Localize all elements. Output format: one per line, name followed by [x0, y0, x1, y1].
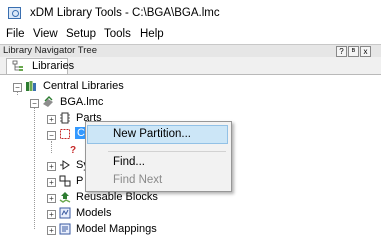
tree-node-bga-lmc[interactable]: BGA.lmc — [60, 96, 103, 108]
tree-node-cells[interactable]: P — [76, 175, 83, 187]
tree-node-models[interactable]: Models — [76, 207, 111, 219]
menu-setup[interactable]: Setup — [66, 28, 96, 40]
expand-toggle[interactable]: + — [47, 178, 56, 187]
restore-button[interactable]: ᴮ — [348, 46, 359, 57]
expand-toggle[interactable]: + — [47, 210, 56, 219]
tab-libraries[interactable]: Libraries — [6, 58, 74, 75]
collapse-toggle[interactable]: − — [30, 99, 39, 108]
menu-help[interactable]: Help — [140, 28, 164, 40]
menu-bar: File View Setup Tools Help — [0, 26, 381, 44]
model-mappings-icon — [59, 223, 71, 235]
tab-libraries-label: Libraries — [32, 60, 75, 72]
title-bar: xDM Library Tools - C:\BGA\BGA.lmc — [0, 0, 381, 26]
context-menu: New Partition... Find... Find Next — [85, 121, 232, 192]
tree-node-model-mappings[interactable]: Model Mappings — [76, 223, 157, 235]
symbol-icon — [60, 160, 70, 170]
find-menu-item[interactable]: Find... — [113, 156, 145, 168]
models-icon — [59, 207, 71, 219]
expand-toggle[interactable]: + — [47, 194, 56, 203]
svg-text:?: ? — [70, 145, 76, 155]
panel-title: Library Navigator Tree — [3, 45, 97, 56]
tree-node-central-libraries[interactable]: Central Libraries — [43, 80, 124, 92]
reusable-blocks-icon — [59, 192, 71, 203]
parts-icon — [60, 112, 70, 124]
tree-connector — [51, 141, 52, 153]
tree-node-reusable-blocks[interactable]: Reusable Blocks — [76, 191, 158, 203]
pin-button[interactable]: ? — [336, 46, 347, 57]
menu-file[interactable]: File — [6, 28, 25, 40]
menu-view[interactable]: View — [33, 28, 58, 40]
partition-icon — [60, 129, 70, 139]
expand-toggle[interactable]: + — [47, 115, 56, 124]
tree-connector — [34, 105, 35, 229]
collapse-toggle[interactable]: − — [13, 83, 22, 92]
menu-separator — [108, 151, 226, 152]
menu-tools[interactable]: Tools — [104, 28, 131, 40]
library-icon — [43, 96, 53, 107]
app-icon — [8, 7, 21, 19]
expand-toggle[interactable]: + — [47, 226, 56, 235]
new-partition-menu-item[interactable]: New Partition... — [113, 128, 191, 140]
central-library-icon — [26, 81, 36, 91]
libraries-tree-icon — [12, 60, 23, 71]
window-title: xDM Library Tools - C:\BGA\BGA.lmc — [30, 7, 220, 19]
panel-header: Library Navigator Tree ? ᴮ x — [0, 44, 381, 57]
unknown-partition-icon: ? — [70, 145, 76, 155]
close-button[interactable]: x — [360, 46, 371, 57]
expand-toggle[interactable]: + — [47, 162, 56, 171]
collapse-toggle[interactable]: − — [47, 131, 56, 140]
find-next-menu-item[interactable]: Find Next — [113, 174, 162, 186]
cell-icon — [59, 175, 71, 187]
